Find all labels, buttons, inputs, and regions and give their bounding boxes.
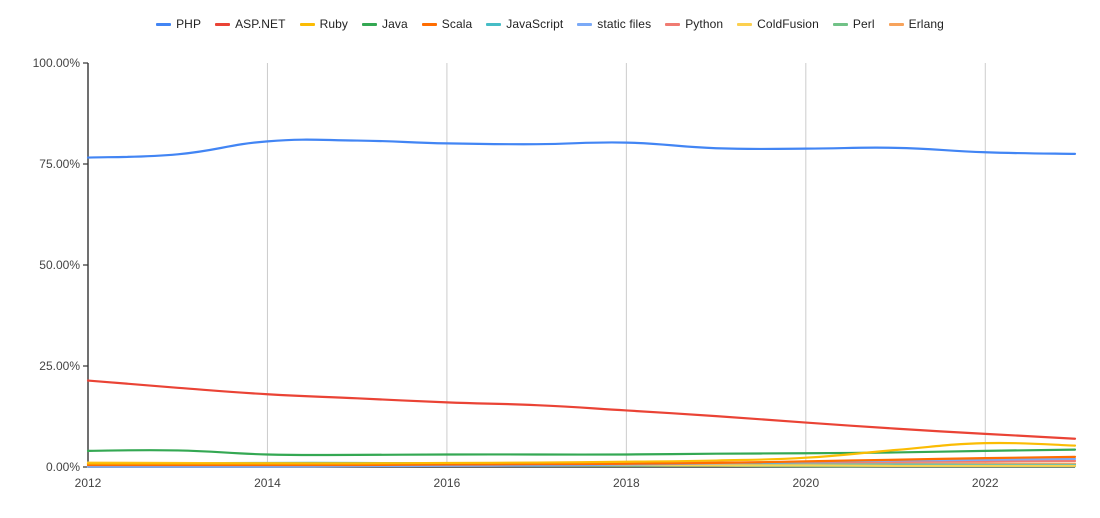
y-axis-tick-label: 25.00% bbox=[39, 359, 80, 373]
plot-area: 0.00% 25.00% 50.00% 75.00% 100.00% 2012 2014 20… bbox=[0, 0, 1100, 518]
chart-svg bbox=[83, 62, 1077, 468]
y-axis-tick-label: 50.00% bbox=[39, 258, 80, 272]
x-axis-tick-label: 2020 bbox=[792, 476, 820, 490]
x-axis-tick-label: 2022 bbox=[971, 476, 999, 490]
chart-container: PHP ASP.NET Ruby Java Scala JavaScript static … bbox=[0, 0, 1100, 518]
y-axis-tick-label: 100.00% bbox=[32, 56, 80, 70]
series-line-asp-net bbox=[86, 379, 1077, 440]
x-axis-tick-label: 2016 bbox=[433, 476, 461, 490]
x-axis-tick-label: 2012 bbox=[74, 476, 102, 490]
y-axis-tick-label: 75.00% bbox=[39, 157, 80, 171]
x-axis-tick-label: 2014 bbox=[254, 476, 281, 490]
x-axis-tick-label: 2018 bbox=[613, 476, 640, 490]
series-line-php bbox=[86, 138, 1077, 159]
y-axis-tick-label: 0.00% bbox=[45, 460, 80, 474]
series-line-java bbox=[86, 448, 1077, 457]
